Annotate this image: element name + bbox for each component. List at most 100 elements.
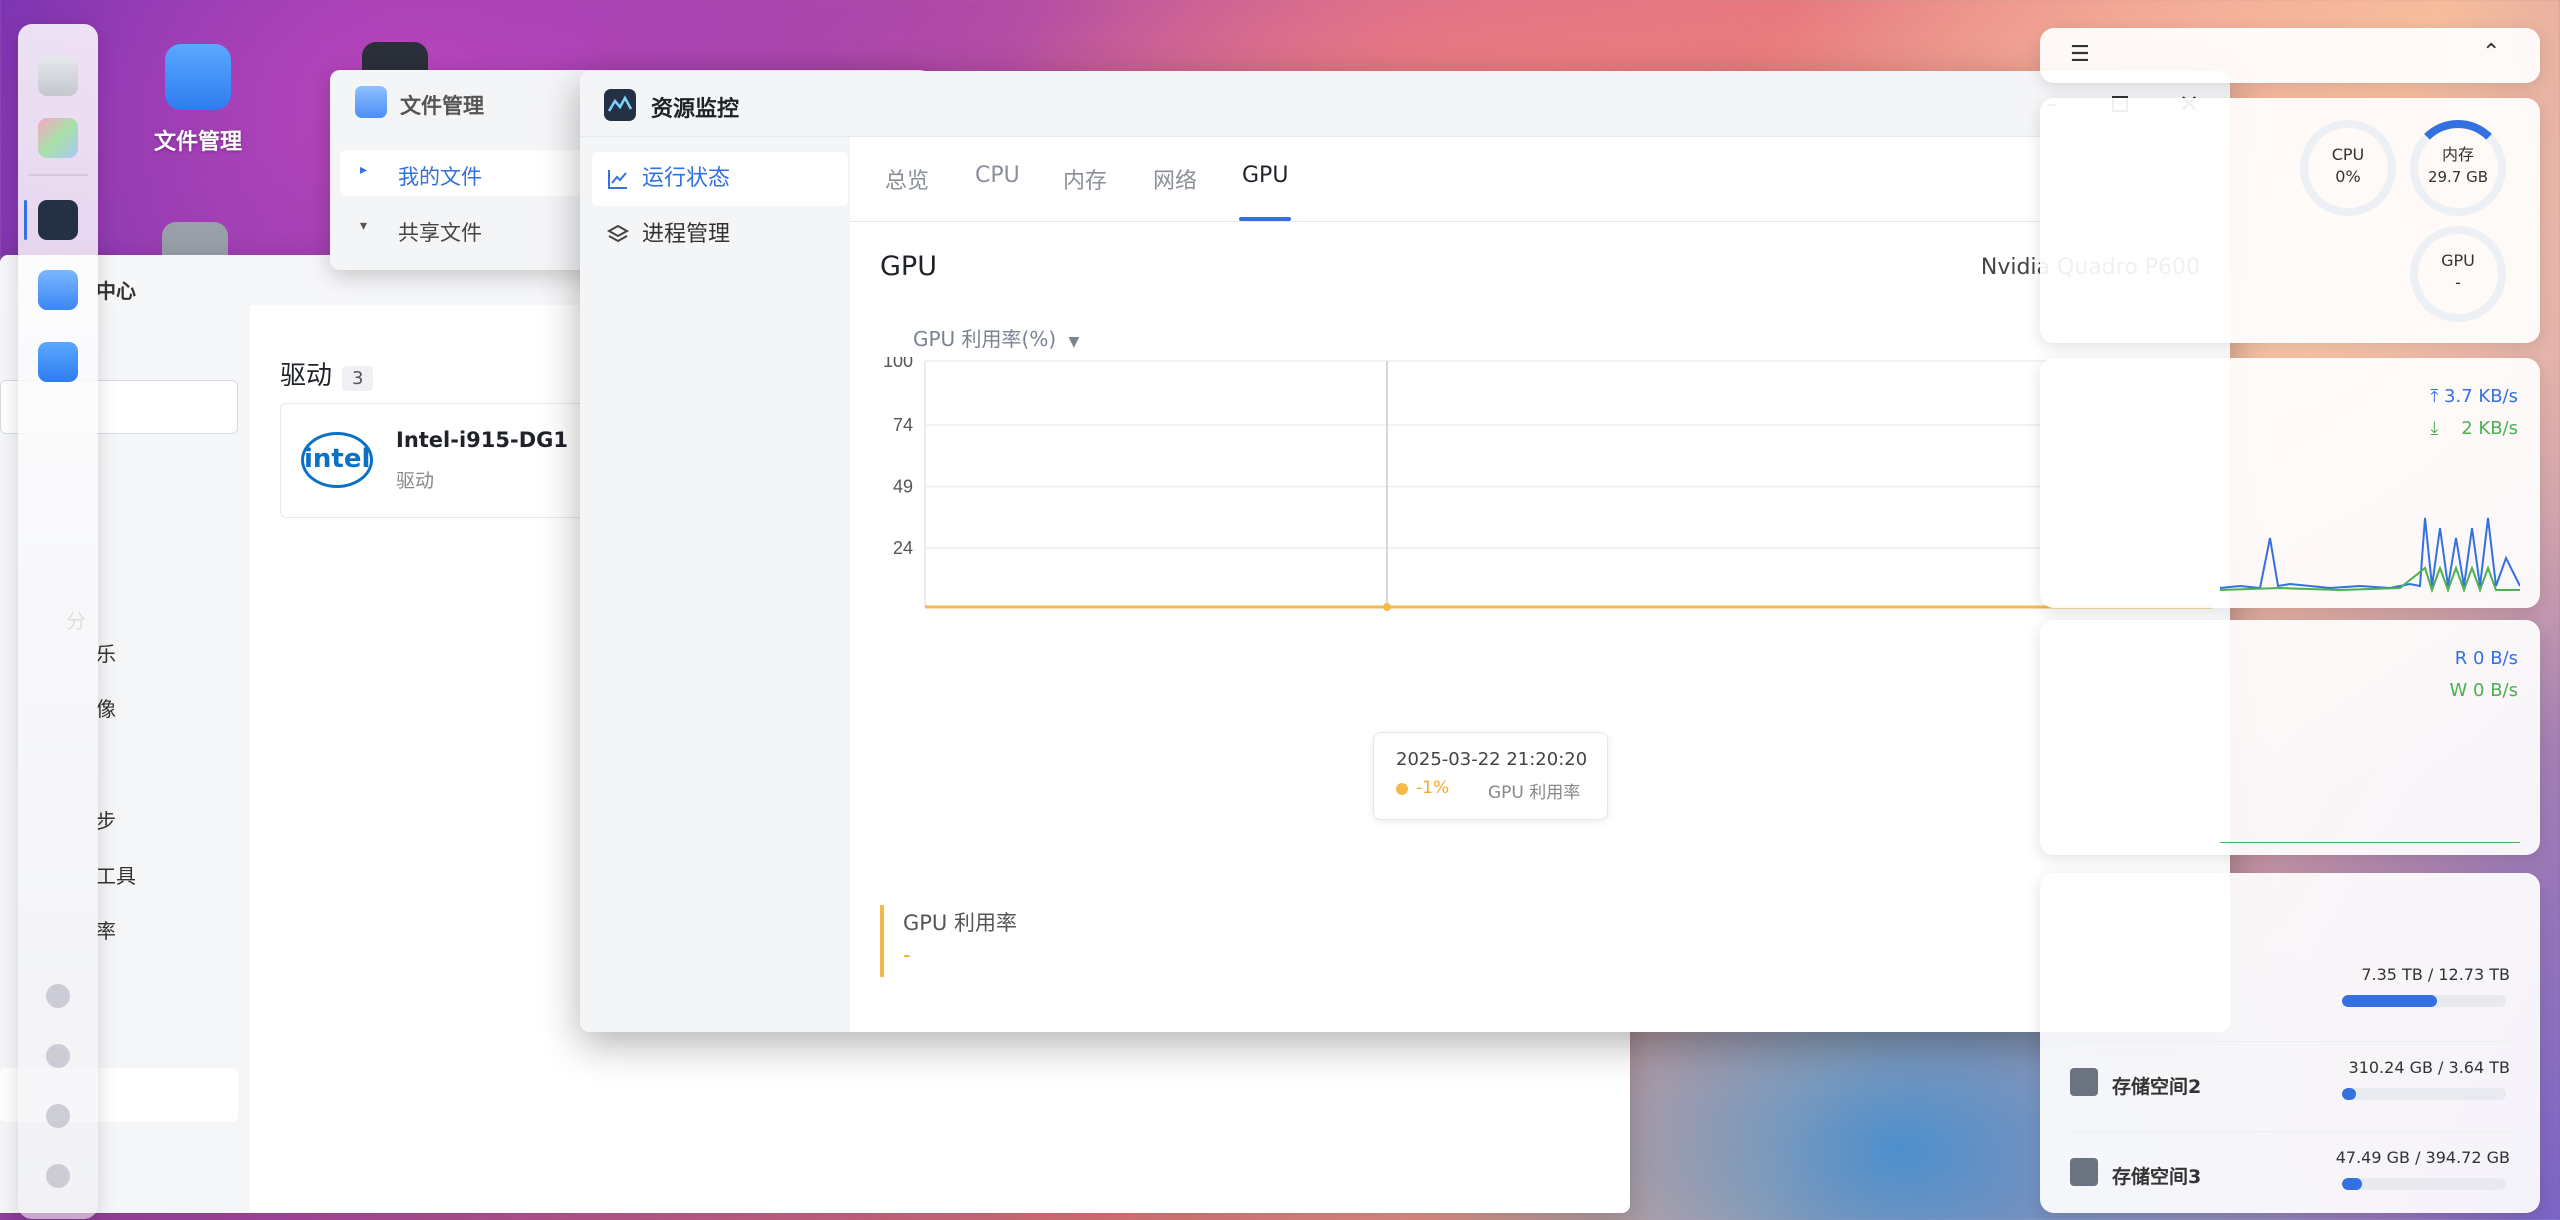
tooltip-value: -1% <box>1416 778 1450 798</box>
divider <box>2070 1131 2510 1132</box>
monitor-icon[interactable] <box>38 56 78 96</box>
storage-drive-icon <box>2070 1068 2098 1096</box>
nav-running-status[interactable]: 运行状态 <box>592 152 848 206</box>
storage-widget: 7.35 TB / 12.73 TB 存储空间2 310.24 GB / 3.6… <box>2040 873 2540 1213</box>
app-store-icon[interactable] <box>38 342 78 382</box>
storage-item[interactable]: 存储空间3 47.49 GB / 394.72 GB <box>2070 1148 2510 1220</box>
file-manager-title: 文件管理 <box>400 94 484 118</box>
intel-logo: intel <box>301 432 373 488</box>
chevron-down-icon: ▾ <box>360 218 368 234</box>
nav-running-status-label: 运行状态 <box>642 166 731 191</box>
series-point-highlight <box>1383 603 1391 611</box>
gpu-value: - <box>2455 273 2461 292</box>
bell-icon[interactable] <box>46 1044 70 1068</box>
disk-io-baseline <box>2220 842 2520 843</box>
gpu-label: GPU <box>2441 251 2475 270</box>
y-tick-label: 49 <box>893 476 913 496</box>
sidebar-item-tools[interactable]: 工具 <box>96 860 136 889</box>
storage-name: 存储空间3 <box>2112 1166 2202 1188</box>
storage-bar <box>2342 995 2506 1007</box>
resource-monitor-titlebar[interactable]: 资源监控 – ✕ <box>580 71 2230 137</box>
tab-overview[interactable]: 总览 <box>885 163 929 195</box>
caret-down-icon: ▼ <box>1068 334 1080 350</box>
y-tick-label: 74 <box>893 415 913 435</box>
storage-bar <box>2342 1088 2506 1100</box>
tab-divider <box>850 221 2230 222</box>
sidebar-item-photo[interactable]: 像 <box>96 693 116 722</box>
nav-my-files[interactable]: ▸ 我的文件 <box>340 150 590 196</box>
resource-monitor-sidebar: 运行状态 进程管理 <box>580 137 850 1032</box>
tooltip-time: 2025-03-22 21:20:20 <box>1396 749 1588 770</box>
app-grid-icon[interactable] <box>38 118 78 158</box>
section-title: GPU <box>880 251 937 282</box>
memory-label: 内存 <box>2441 145 2474 164</box>
storage-bar-fill <box>2342 995 2437 1007</box>
chart-tooltip: 2025-03-22 21:20:20 -1% GPU 利用率 <box>1373 732 1608 820</box>
metric-selector[interactable]: GPU 利用率(%) ▼ <box>913 323 1079 352</box>
nav-process-management[interactable]: 进程管理 <box>592 208 848 262</box>
y-tick-label: 100 <box>883 357 913 371</box>
storage-name: 存储空间2 <box>2112 1076 2202 1098</box>
drivers-heading: 驱动 3 <box>280 355 374 392</box>
memory-ring: 内存 29.7 GB <box>2410 120 2506 216</box>
line-chart-icon <box>608 170 627 189</box>
resource-monitor-icon[interactable] <box>38 200 78 240</box>
tab-memory[interactable]: 内存 <box>1063 163 1107 195</box>
folder-icon <box>165 44 231 110</box>
storage-item[interactable]: 7.35 TB / 12.73 TB <box>2070 965 2510 1045</box>
widget-settings-icon[interactable]: ☰ <box>2070 42 2090 67</box>
tab-gpu[interactable]: GPU <box>1242 163 1288 188</box>
cpu-label: CPU <box>2331 145 2365 164</box>
disk-write: W 0 B/s <box>2449 680 2518 701</box>
resource-monitor-desktop-icon[interactable] <box>362 42 428 72</box>
folder-icon <box>355 86 387 118</box>
resource-monitor-main: 总览 CPU 内存 网络 GPU GPU Nvidia Quadro P600 … <box>850 137 2230 1032</box>
widget-panel: ☰ ⌃ CPU 0% 内存 29.7 GB GPU - ⤒ 3.7 KB/s ⤓… <box>2040 28 2540 1213</box>
cpu-ring: CPU 0% <box>2300 120 2396 216</box>
storage-usage: 47.49 GB / 394.72 GB <box>2335 1148 2510 1167</box>
tooltip-series-name: GPU 利用率 <box>1488 783 1581 803</box>
metric-selector-label: GPU 利用率(%) <box>913 327 1057 351</box>
resource-monitor-icon <box>604 89 636 121</box>
upload-speed: ⤒ 3.7 KB/s <box>2430 386 2518 407</box>
desktop-icon-label: 文件管理 <box>153 130 242 155</box>
window-title: 资源监控 <box>651 97 740 122</box>
gear-icon[interactable] <box>46 1164 70 1188</box>
gpu-usage-chart: 24 49 74 100 <box>883 357 2212 611</box>
storage-bar <box>2342 1178 2506 1190</box>
storage-item[interactable]: 存储空间2 310.24 GB / 3.64 TB <box>2070 1058 2510 1138</box>
layers-icon <box>606 224 630 243</box>
system-usage-widget: CPU 0% 内存 29.7 GB GPU - <box>2040 98 2540 343</box>
app-center-title: 中心 <box>96 279 136 303</box>
storage-usage: 7.35 TB / 12.73 TB <box>2361 965 2510 984</box>
disk-io-widget: R 0 B/s W 0 B/s <box>2040 620 2540 855</box>
storage-bar-fill <box>2342 1088 2356 1100</box>
disk-read: R 0 B/s <box>2454 648 2518 669</box>
folder-icon[interactable] <box>38 270 78 310</box>
sidebar-item-music[interactable]: 乐 <box>96 638 116 667</box>
desktop-icon-file-manager[interactable]: 文件管理 <box>128 44 268 156</box>
widget-toolbar: ☰ ⌃ <box>2040 28 2540 83</box>
summary-accent-bar <box>880 905 884 977</box>
active-app-indicator <box>24 200 27 240</box>
resource-monitor-window: 资源监控 – ✕ 运行状态 进程管理 总览 CPU 内存 网络 GPU GPU … <box>580 71 2230 1032</box>
sidebar-item-efficiency[interactable]: 率 <box>96 915 116 944</box>
tooltip-series-dot <box>1396 783 1408 795</box>
tab-network[interactable]: 网络 <box>1153 163 1197 195</box>
driver-name: Intel-i915-DG1 <box>396 428 568 452</box>
memory-value: 29.7 GB <box>2427 168 2489 186</box>
nav-my-files-label: 我的文件 <box>398 165 482 189</box>
download-speed: ⤓ 2 KB/s <box>2430 418 2518 439</box>
dock-divider <box>28 174 88 176</box>
driver-type: 驱动 <box>396 470 435 492</box>
gpu-ring: GPU - <box>2410 226 2506 322</box>
nav-shared-files[interactable]: ▾ 共享文件 <box>340 206 590 252</box>
tab-cpu[interactable]: CPU <box>975 163 1020 188</box>
sync-icon[interactable] <box>46 984 70 1008</box>
network-sparkline <box>2220 517 2520 594</box>
divider <box>2070 1041 2510 1042</box>
collapse-icon[interactable]: ⌃ <box>2482 40 2500 65</box>
sidebar-item-sync[interactable]: 步 <box>96 805 116 834</box>
user-icon[interactable] <box>46 1104 70 1128</box>
summary-value: - <box>903 943 911 967</box>
